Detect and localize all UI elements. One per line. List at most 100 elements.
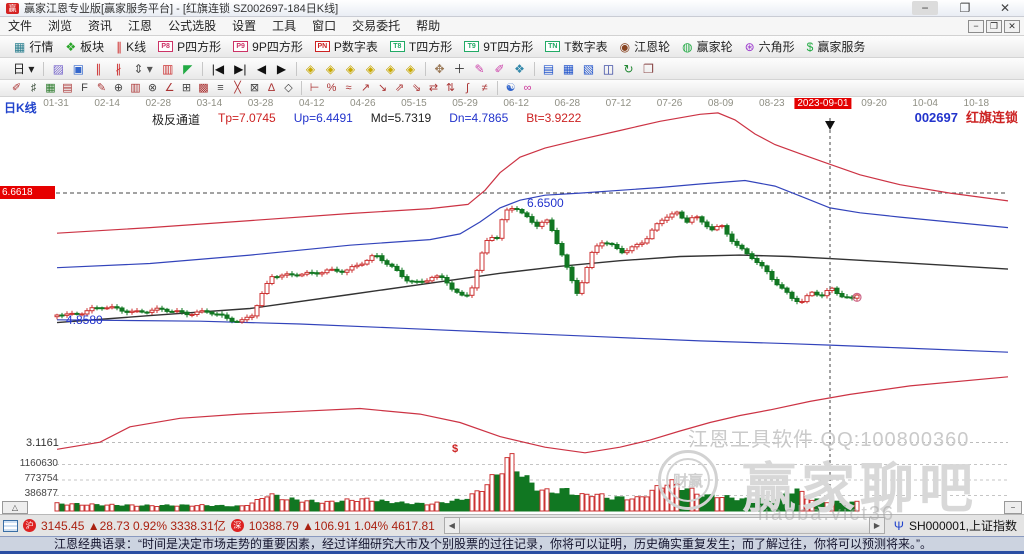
t9-square-button[interactable]: T9 9T四方形 <box>458 37 539 56</box>
scroll-left-button[interactable]: ◀ <box>443 517 460 534</box>
period-day-dropdown[interactable]: 日 ▾ <box>8 60 39 78</box>
kline-button[interactable]: ∥ K线 <box>110 37 152 56</box>
draw-tool-fibonacci[interactable]: F <box>76 81 93 95</box>
mdi-restore-button[interactable]: ❐ <box>986 19 1002 33</box>
draw-tool-grid2[interactable]: ▤ <box>59 81 76 95</box>
draw-pencil-button[interactable]: ✐ <box>490 60 510 78</box>
zoom-out-diamond-button[interactable]: ◈ <box>301 60 321 78</box>
hexagon-button[interactable]: ⊛ 六角形 <box>739 37 801 56</box>
draw-tool-box-grid[interactable]: ⊞ <box>178 81 195 95</box>
draw-tool-fan-down[interactable]: ⇘ <box>408 81 425 95</box>
draw-tool-grid1[interactable]: ♯ <box>25 81 42 95</box>
print-button[interactable]: ❐ <box>639 60 659 78</box>
draw-tool-pen[interactable]: ✎ <box>93 81 110 95</box>
menu-文件[interactable]: 文件 <box>0 17 40 35</box>
info-panel-button[interactable]: ▣ <box>68 60 88 78</box>
date-tick: 02-14 <box>94 98 120 109</box>
draw-tool-angle[interactable]: ∠ <box>161 81 178 95</box>
menu-交易委托[interactable]: 交易委托 <box>344 17 408 35</box>
infinity-icon-button[interactable]: ∞ <box>519 81 536 95</box>
menu-浏览[interactable]: 浏览 <box>40 17 80 35</box>
calculator-button[interactable]: ▦ <box>559 60 579 78</box>
chart-minimize-button[interactable]: − <box>1004 501 1022 514</box>
draw-tool-gann-grid[interactable]: ▦ <box>42 81 59 95</box>
multi-chart-button[interactable]: ▥ <box>158 60 178 78</box>
draw-tool-circle-x[interactable]: ⊗ <box>144 81 161 95</box>
p-number-table-button[interactable]: PN P数字表 <box>309 37 384 56</box>
draw-pen-button[interactable]: ✎ <box>470 60 490 78</box>
notes-button[interactable]: ▧ <box>579 60 599 78</box>
gann-wheel-button[interactable]: ◉ 江恩轮 <box>614 37 677 56</box>
draw-tool-swap-v[interactable]: ⇅ <box>442 81 459 95</box>
date-tick: 04-26 <box>349 98 376 109</box>
candle-width-dropdown[interactable]: ⇕ ▾ <box>128 60 157 78</box>
tools-palette-button[interactable]: ❖ <box>510 60 530 78</box>
draw-tool-pencil[interactable]: ✐ <box>8 81 25 95</box>
menu-资讯[interactable]: 资讯 <box>80 17 120 35</box>
draw-tool-trend-up[interactable]: ↗ <box>357 81 374 95</box>
date-axis[interactable]: 01-31 02-14 02-28 03-14 03-28 04-12 04-26 05-15… <box>0 98 1024 111</box>
first-bar-button[interactable]: |◀ <box>207 60 229 78</box>
menu-公式选股[interactable]: 公式选股 <box>160 17 224 35</box>
winner-service-button[interactable]: $ 赢家服务 <box>801 37 872 56</box>
t-number-table-button[interactable]: TN T数字表 <box>539 37 613 56</box>
mdi-close-button[interactable]: ✕ <box>1004 19 1020 33</box>
draw-tool-diamond[interactable]: ◇ <box>280 81 297 95</box>
p-number-table-button-icon: PN <box>314 41 330 52</box>
calendar-button[interactable]: ▤ <box>539 60 559 78</box>
area-chart-button[interactable]: ▨ <box>48 60 68 78</box>
minimize-button[interactable]: − <box>912 1 938 15</box>
draw-tool-box-x[interactable]: ⊠ <box>246 81 263 95</box>
expand-vertical-button[interactable]: ◈ <box>381 60 401 78</box>
watermark-url: liaoba.vict36 <box>758 503 896 525</box>
maximize-button[interactable]: ❐ <box>952 1 978 15</box>
draw-tool-bands[interactable]: ▥ <box>127 81 144 95</box>
refresh-button[interactable]: ↻ <box>619 60 639 78</box>
menu-工具[interactable]: 工具 <box>264 17 304 35</box>
draw-tool-support[interactable]: ⊢ <box>306 81 323 95</box>
draw-tool-fan-up[interactable]: ⇗ <box>391 81 408 95</box>
crosshair-button[interactable]: ＋ <box>450 60 470 78</box>
zoom-in-diamond-button[interactable]: ◈ <box>321 60 341 78</box>
close-button[interactable]: ✕ <box>992 1 1018 15</box>
menu-窗口[interactable]: 窗口 <box>304 17 344 35</box>
pan-hand-button[interactable]: ✥ <box>430 60 450 78</box>
menu-江恩[interactable]: 江恩 <box>120 17 160 35</box>
compress-vertical-button[interactable]: ◈ <box>401 60 421 78</box>
draw-tool-swap-h[interactable]: ⇄ <box>425 81 442 95</box>
menu-设置[interactable]: 设置 <box>224 17 264 35</box>
draw-tool-wave[interactable]: ≈ <box>340 81 357 95</box>
draw-tool-levels[interactable]: ≡ <box>212 81 229 95</box>
save-button[interactable]: ◫ <box>599 60 619 78</box>
draw-tool-shade[interactable]: ▩ <box>195 81 212 95</box>
pane-collapse-button[interactable]: △ <box>2 501 28 514</box>
mdi-minimize-button[interactable]: − <box>968 19 984 33</box>
next-bar-button[interactable]: ▶ <box>272 60 292 78</box>
quote-table-icon[interactable] <box>3 519 18 532</box>
last-bar-button[interactable]: ▶| <box>229 60 251 78</box>
prev-bar-button[interactable]: ◀ <box>252 60 272 78</box>
date-tick: 07-12 <box>605 98 632 109</box>
draw-tool-trend-down[interactable]: ↘ <box>374 81 391 95</box>
draw-tool-cross[interactable]: ╳ <box>229 81 246 95</box>
expand-horizontal-button[interactable]: ◈ <box>341 60 361 78</box>
flag-marker-button[interactable]: ◤ <box>178 60 198 78</box>
p-square-button[interactable]: P8 P四方形 <box>152 37 227 56</box>
draw-tool-not-equal[interactable]: ≠ <box>476 81 493 95</box>
bar-chart-button[interactable]: ∥ <box>88 60 108 78</box>
taiji-icon-button[interactable]: ☯ <box>502 81 519 95</box>
kline-style-button[interactable]: ∦ <box>108 60 128 78</box>
indicator-name: 极反通道 <box>152 113 201 127</box>
compress-horizontal-button[interactable]: ◈ <box>361 60 381 78</box>
p9-square-button[interactable]: P9 9P四方形 <box>227 37 309 56</box>
t-square-button[interactable]: T8 T四方形 <box>384 37 458 56</box>
draw-tool-triangle[interactable]: ∆ <box>263 81 280 95</box>
draw-tool-percent[interactable]: % <box>323 81 340 95</box>
sectors-button[interactable]: ❖ 板块 <box>59 37 110 56</box>
quotes-button[interactable]: ▦ 行情 <box>8 37 59 56</box>
draw-tool-circle-cross[interactable]: ⊕ <box>110 81 127 95</box>
draw-tool-integral[interactable]: ∫ <box>459 81 476 95</box>
menu-帮助[interactable]: 帮助 <box>408 17 448 35</box>
winner-wheel-button[interactable]: ◍ 赢家轮 <box>676 37 739 56</box>
current-index-label: SH000001,上证指数 <box>908 519 1017 533</box>
